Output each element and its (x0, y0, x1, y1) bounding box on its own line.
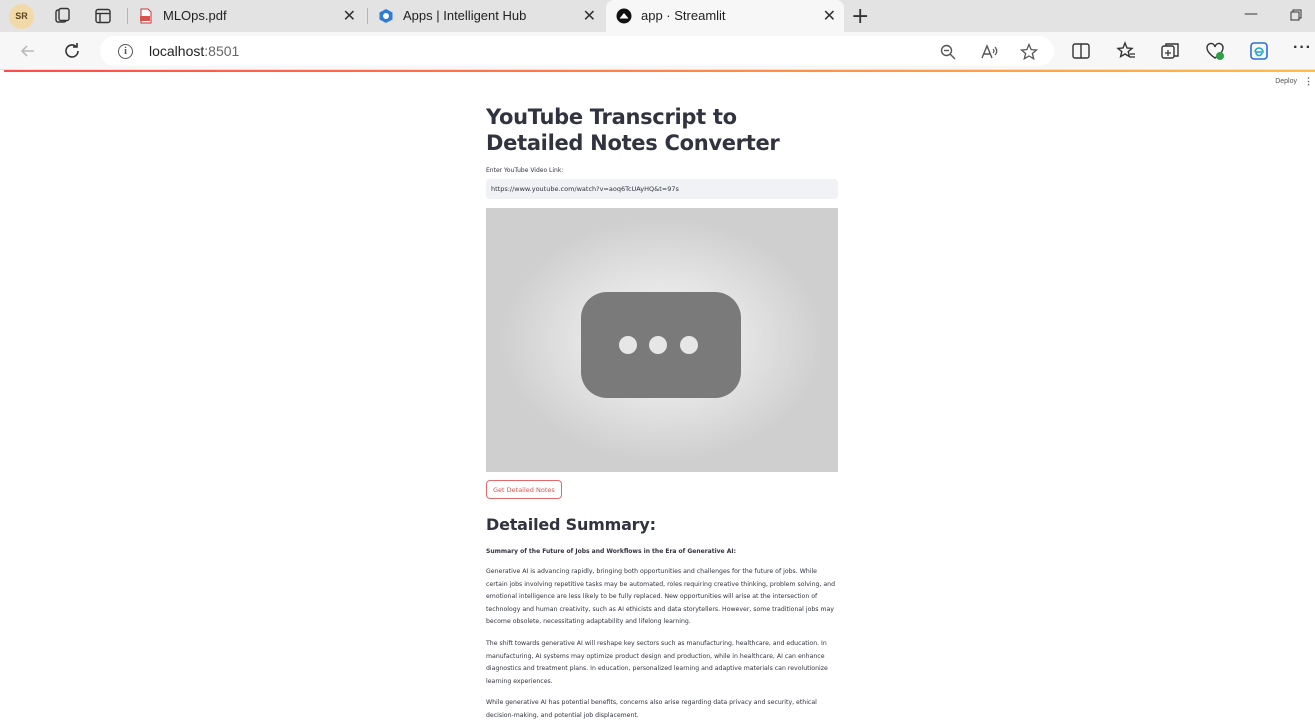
summary-paragraph: The shift towards generative AI will res… (486, 640, 828, 685)
tab-mlops-pdf[interactable]: MLOps.pdf ✕ (128, 0, 364, 32)
site-info-icon[interactable]: i (118, 44, 133, 59)
summary-subheading: Summary of the Future of Jobs and Workfl… (486, 548, 736, 555)
video-link-input[interactable]: https://www.youtube.com/watch?v=aoq6TcUA… (486, 179, 838, 199)
favorite-star-icon[interactable] (1020, 43, 1038, 61)
minimize-icon[interactable]: — (1244, 6, 1258, 22)
zoom-out-icon[interactable] (939, 43, 957, 61)
settings-more-icon[interactable]: ··· (1293, 39, 1312, 57)
tab-intelligent-hub[interactable]: Apps | Intelligent Hub ✕ (368, 0, 604, 32)
deploy-button[interactable]: Deploy (1275, 78, 1297, 85)
read-aloud-icon[interactable] (980, 43, 998, 61)
tab-actions-icon[interactable] (94, 7, 112, 25)
video-thumbnail[interactable] (486, 208, 838, 472)
summary-heading: Detailed Summary: (486, 515, 656, 534)
close-tab-icon[interactable]: ✕ (343, 6, 356, 26)
back-arrow-icon[interactable] (18, 41, 38, 61)
edge-copilot-icon[interactable] (1249, 41, 1269, 61)
get-detailed-notes-button[interactable]: Get Detailed Notes (486, 480, 562, 499)
browser-essentials-icon[interactable] (1205, 41, 1225, 61)
summary-paragraph: Generative AI is advancing rapidly, brin… (486, 568, 836, 626)
split-screen-icon[interactable] (1071, 41, 1091, 61)
hub-icon (379, 9, 393, 23)
page-viewport: Deploy ⋮ YouTube Transcript to Detailed … (4, 70, 1315, 728)
browser-tab-bar: SR MLOps.pdf ✕ Apps | Intelligent Hub ✕ … (0, 0, 1315, 32)
refresh-icon[interactable] (62, 41, 82, 61)
loading-player-icon (581, 292, 741, 398)
tab-streamlit-app[interactable]: app · Streamlit ✕ (606, 0, 844, 32)
browser-address-bar: i localhost:8501 ··· (0, 32, 1315, 70)
page-title: YouTube Transcript to Detailed Notes Con… (486, 105, 780, 155)
url-field[interactable]: i localhost:8501 (100, 36, 1054, 66)
favorites-icon[interactable] (1116, 41, 1136, 61)
video-link-label: Enter YouTube Video Link: (486, 167, 564, 174)
close-tab-icon[interactable]: ✕ (583, 6, 596, 26)
workspaces-icon[interactable] (53, 7, 71, 25)
new-tab-plus-icon[interactable]: + (851, 4, 869, 29)
url-text: localhost:8501 (149, 43, 240, 59)
close-tab-icon[interactable]: ✕ (823, 6, 836, 26)
pdf-icon (140, 8, 152, 24)
tab-title: app · Streamlit (641, 8, 726, 23)
tab-title: Apps | Intelligent Hub (403, 8, 527, 23)
summary-paragraph: While generative AI has potential benefi… (486, 699, 817, 719)
profile-avatar[interactable]: SR (9, 4, 34, 29)
tab-title: MLOps.pdf (163, 8, 227, 23)
collections-icon[interactable] (1160, 41, 1180, 61)
restore-icon[interactable] (1290, 9, 1302, 21)
main-menu-icon[interactable]: ⋮ (1304, 76, 1313, 87)
streamlit-icon (616, 8, 632, 24)
